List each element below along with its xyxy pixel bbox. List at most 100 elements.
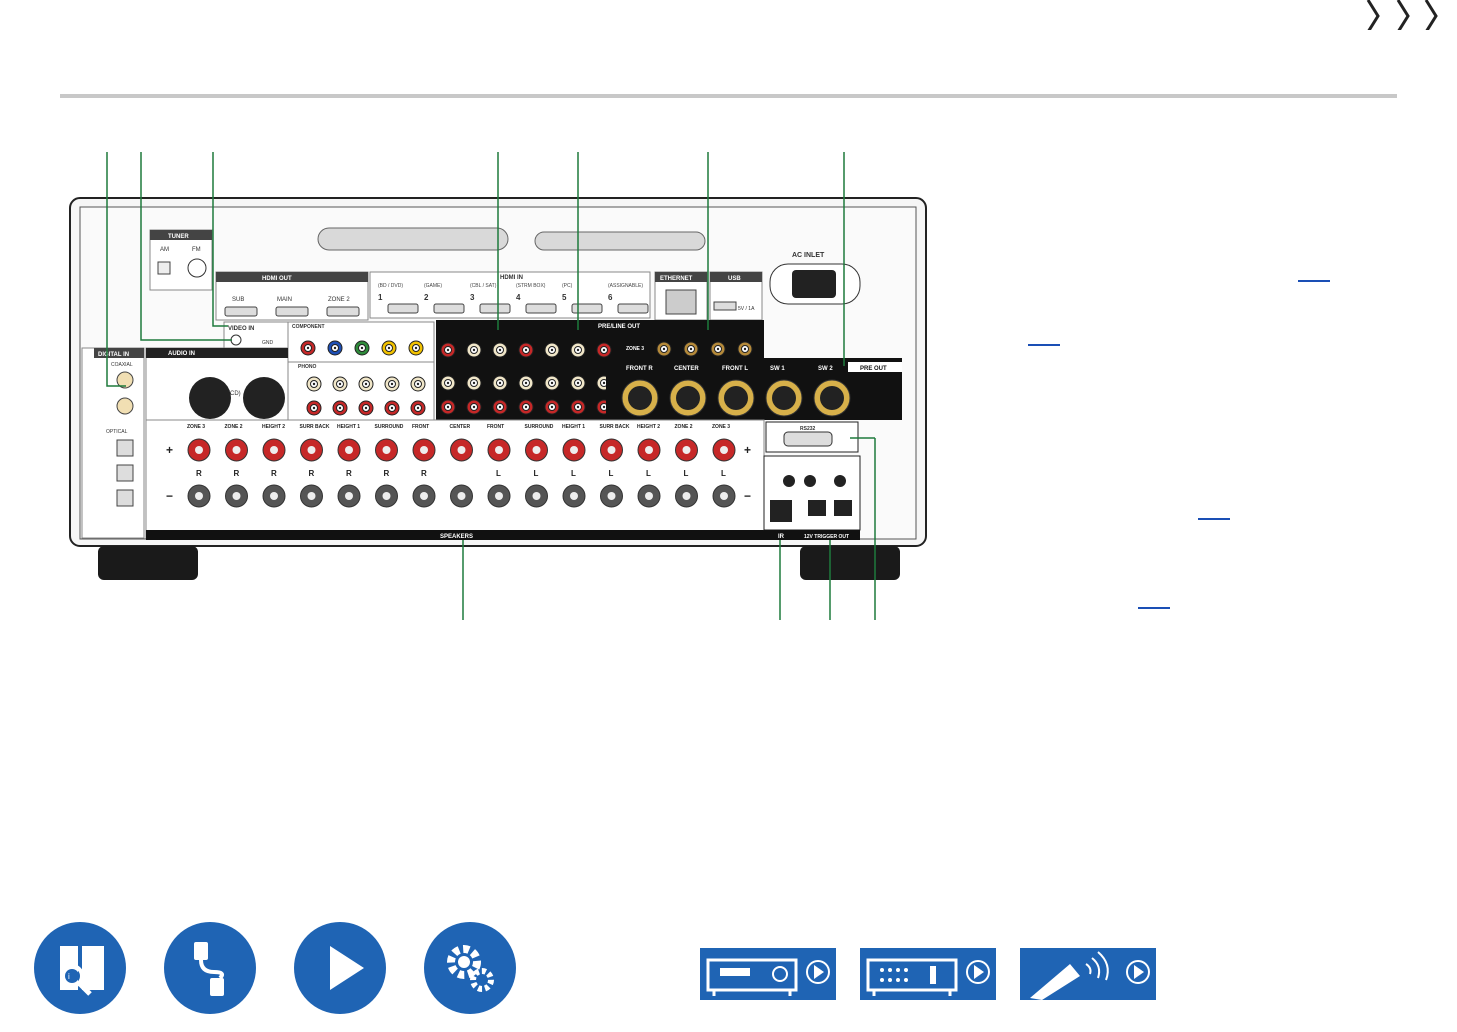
pre-out-jack	[518, 399, 534, 415]
svg-text:−: −	[744, 489, 751, 503]
remote-button[interactable]	[1020, 948, 1156, 1000]
pre-out-jack	[570, 342, 586, 358]
svg-text:−: −	[166, 489, 173, 503]
speaker-side-label: R	[234, 469, 240, 478]
xlr-out-label: FRONT R	[626, 366, 653, 372]
speaker-side-label: R	[309, 469, 315, 478]
svg-text:5V / 1A: 5V / 1A	[738, 306, 755, 312]
hdmi-in-label: HDMI IN	[500, 275, 523, 281]
manual-icon[interactable]: i	[34, 922, 126, 1014]
speaker-side-label: R	[196, 469, 202, 478]
top-rule	[0, 29, 1360, 30]
antenna-left	[317, 227, 509, 251]
speaker-side-label: L	[534, 469, 539, 478]
hdmi-in-port	[617, 303, 649, 314]
rear-panel-diagram: TUNER AM FM HDMI OUT SUB MAIN ZONE 2 HDM…	[69, 152, 927, 620]
component-jack	[408, 340, 424, 356]
page-link-2[interactable]	[1028, 344, 1060, 346]
sw-out-jack	[683, 341, 699, 357]
hdmi-in-port	[479, 303, 511, 314]
svg-text:PRE OUT: PRE OUT	[860, 366, 887, 372]
hdmi-in-port	[433, 303, 465, 314]
speaker-channel-label: ZONE 2	[675, 424, 693, 430]
page-link-4[interactable]	[1138, 607, 1170, 609]
sw-out-jack	[656, 341, 672, 357]
pre-out-jack	[440, 399, 456, 415]
svg-text:IR: IR	[778, 534, 785, 540]
pre-out-jack	[440, 342, 456, 358]
page-link-3[interactable]	[1198, 518, 1230, 520]
hdmi-in-source: (PC)	[562, 283, 573, 289]
section-divider	[60, 94, 1397, 98]
component-jack	[381, 340, 397, 356]
svg-text:PHONO: PHONO	[298, 364, 316, 370]
speaker-channel-label: ZONE 2	[225, 424, 243, 430]
speaker-channel-label: SURR BACK	[600, 424, 630, 430]
svg-text:MAIN: MAIN	[277, 297, 292, 303]
speaker-side-label: L	[684, 469, 689, 478]
ac-inlet-label: AC INLET	[792, 252, 825, 259]
hdmi-in-source: (STRM BOX)	[516, 283, 546, 289]
foot-left	[98, 546, 198, 580]
svg-text:COMPONENT: COMPONENT	[292, 324, 325, 330]
speaker-side-label: L	[646, 469, 651, 478]
pre-out-jack	[570, 375, 586, 391]
svg-text:i: i	[68, 972, 70, 981]
analog-jack-r	[410, 400, 426, 416]
speaker-side-label: L	[496, 469, 501, 478]
pre-out-jack	[544, 399, 560, 415]
settings-icon[interactable]	[424, 922, 516, 1014]
svg-text:VIDEO IN: VIDEO IN	[228, 326, 254, 332]
svg-text:USB: USB	[728, 276, 741, 282]
analog-jack-l	[358, 376, 374, 392]
pre-out-jack	[570, 399, 586, 415]
svg-text:ZONE 2: ZONE 2	[328, 297, 350, 303]
svg-text:ZONE 3: ZONE 3	[626, 346, 644, 352]
playback-icon[interactable]	[294, 922, 386, 1014]
analog-jack-r	[358, 400, 374, 416]
svg-text:AM: AM	[160, 247, 169, 253]
hdmi-in-number: 5	[562, 293, 567, 302]
hdmi-in-source: (GAME)	[424, 283, 442, 289]
svg-text:FM: FM	[192, 247, 201, 253]
svg-text:+: +	[744, 443, 751, 457]
hdmi-in-source: (CBL / SAT)	[470, 283, 497, 289]
hdmi-in-number: 6	[608, 293, 613, 302]
hdmi-in-number: 2	[424, 293, 429, 302]
speaker-channel-label: ZONE 3	[712, 424, 730, 430]
xlr-out-label: SW 2	[818, 366, 833, 372]
svg-text:COAXIAL: COAXIAL	[111, 362, 133, 368]
hdmi-in-number: 4	[516, 293, 521, 302]
hdmi-in-port	[525, 303, 557, 314]
analog-jack-l	[306, 376, 322, 392]
svg-text:12V TRIGGER OUT: 12V TRIGGER OUT	[804, 534, 849, 540]
speaker-side-label: L	[721, 469, 726, 478]
speaker-channel-label: SURR BACK	[300, 424, 330, 430]
speaker-side-label: R	[346, 469, 352, 478]
svg-text:GND: GND	[262, 340, 274, 346]
pre-out-jack	[492, 399, 508, 415]
hdmi-in-number: 3	[470, 293, 475, 302]
connections-icon[interactable]	[164, 922, 256, 1014]
xlr-out-label: SW 1	[770, 366, 785, 372]
pre-out-jack	[466, 375, 482, 391]
svg-text:RS232: RS232	[800, 426, 816, 432]
sw-out-jack	[737, 341, 753, 357]
pre-out-jack	[544, 375, 560, 391]
page-link-1[interactable]	[1298, 280, 1330, 282]
svg-text:SUB: SUB	[232, 297, 244, 303]
analog-jack-l	[410, 376, 426, 392]
svg-text:AUDIO IN: AUDIO IN	[168, 351, 195, 357]
pre-out-jack	[492, 342, 508, 358]
speaker-side-label: R	[384, 469, 390, 478]
antenna-right	[534, 231, 706, 251]
speaker-channel-label: FRONT	[412, 424, 429, 430]
pre-out-jack	[466, 399, 482, 415]
front-panel-button[interactable]	[700, 948, 836, 1000]
svg-text:OPTICAL: OPTICAL	[106, 429, 128, 435]
pre-out-jack	[466, 342, 482, 358]
hdmi-in-source: (BD / DVD)	[378, 283, 403, 289]
component-jack	[300, 340, 316, 356]
rear-panel-button[interactable]	[860, 948, 996, 1000]
xlr-out-label: FRONT L	[722, 366, 748, 372]
